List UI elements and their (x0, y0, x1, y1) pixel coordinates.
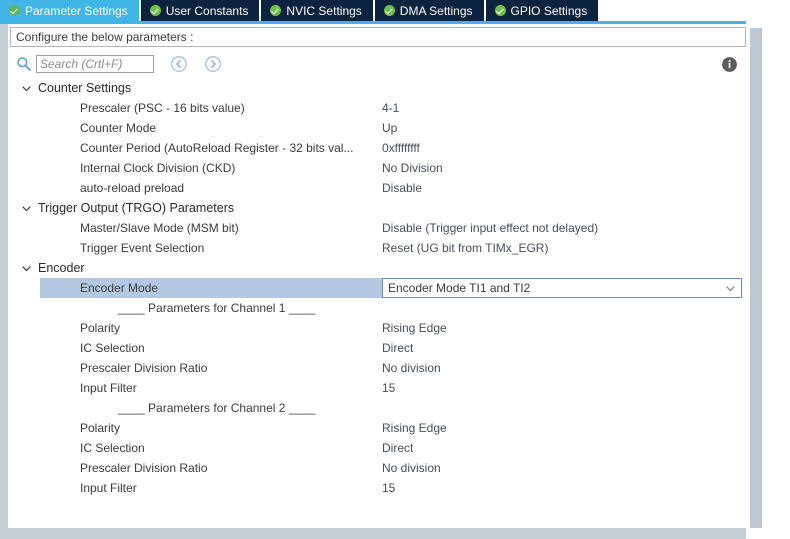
parameter-row[interactable]: Prescaler Division Ratio No division (10, 458, 744, 478)
parameter-row[interactable]: Counter Period (AutoReload Register - 32… (10, 138, 744, 158)
parameter-label: Polarity (80, 421, 121, 435)
parameter-value: Direct (382, 441, 414, 455)
encoder-mode-dropdown[interactable]: Encoder Mode TI1 and TI2 (382, 278, 742, 298)
search-toolbar (10, 52, 746, 76)
parameter-value: Rising Edge (382, 421, 447, 435)
parameter-tree: Counter Settings Prescaler (PSC - 16 bits… (10, 78, 744, 526)
info-icon[interactable] (721, 56, 738, 73)
parameter-value: 0xffffffff (382, 141, 420, 155)
parameter-label: Counter Period (AutoReload Register - 32… (80, 141, 354, 155)
chevron-down-icon[interactable] (20, 202, 33, 215)
parameter-label: Input Filter (80, 481, 137, 495)
parameter-label: Input Filter (80, 381, 137, 395)
tab-bar-filler (600, 0, 790, 21)
parameter-row[interactable]: Trigger Event Selection Reset (UG bit fro… (10, 238, 744, 258)
search-icon (16, 56, 32, 72)
panel-bottom-rail (8, 528, 746, 539)
parameter-row[interactable]: auto-reload preload Disable (10, 178, 744, 198)
parameter-label: Counter Mode (80, 121, 157, 135)
parameter-value: Reset (UG bit from TIMx_EGR) (382, 241, 549, 255)
forward-circle-icon[interactable] (204, 55, 222, 73)
parameter-row[interactable]: IC Selection Direct (10, 438, 744, 458)
encoder-mode-value: Encoder Mode TI1 and TI2 (388, 281, 531, 295)
parameter-label: Trigger Event Selection (80, 241, 205, 255)
parameter-row[interactable]: Master/Slave Mode (MSM bit) Disable (Trig… (10, 218, 744, 238)
channel-separator-label: ____ Parameters for Channel 2 ____ (118, 401, 316, 415)
parameter-row[interactable]: IC Selection Direct (10, 338, 744, 358)
window-right-edge (764, 0, 790, 539)
parameter-row[interactable]: Polarity Rising Edge (10, 418, 744, 438)
parameter-label: IC Selection (80, 441, 145, 455)
configure-header: Configure the below parameters : (10, 27, 746, 47)
search-input[interactable] (36, 55, 154, 73)
group-label: Encoder (38, 261, 85, 275)
group-header-trigger-output-trgo-parameters[interactable]: Trigger Output (TRGO) Parameters (10, 198, 744, 218)
check-circle-icon (270, 5, 282, 16)
tab-label: DMA Settings (399, 3, 473, 18)
parameter-value: 4-1 (382, 101, 400, 115)
group-header-encoder[interactable]: Encoder (10, 258, 744, 278)
parameter-row[interactable]: Polarity Rising Edge (10, 318, 744, 338)
tab-dma-settings[interactable]: DMA Settings (374, 0, 486, 21)
parameter-label: Master/Slave Mode (MSM bit) (80, 221, 239, 235)
parameter-label: Polarity (80, 321, 121, 335)
parameter-label: Prescaler Division Ratio (80, 461, 208, 475)
configure-header-label: Configure the below parameters : (16, 30, 194, 44)
parameter-row[interactable]: Input Filter 15 (10, 378, 744, 398)
group-label: Trigger Output (TRGO) Parameters (38, 201, 235, 215)
tab-bar: Parameter Settings User Constants NVIC Set… (0, 0, 790, 22)
parameter-row[interactable]: Prescaler (PSC - 16 bits value) 4-1 (10, 98, 744, 118)
parameter-row-encoder-mode[interactable]: Encoder Mode Encoder Mode TI1 and TI2 (10, 278, 744, 298)
tab-label: Parameter Settings (25, 3, 128, 18)
parameter-value: Up (382, 121, 398, 135)
tab-user-constants[interactable]: User Constants (140, 0, 262, 21)
parameter-value: No division (382, 361, 441, 375)
parameter-label: Prescaler (PSC - 16 bits value) (80, 101, 245, 115)
check-circle-icon (9, 5, 20, 16)
parameter-label: Prescaler Division Ratio (80, 361, 208, 375)
tab-label: User Constants (165, 3, 249, 18)
vertical-scrollbar-thumb[interactable] (750, 28, 762, 528)
panel-left-rail (0, 24, 8, 539)
parameter-label: Encoder Mode (40, 278, 382, 298)
check-circle-icon (149, 5, 161, 16)
chevron-down-icon[interactable] (20, 82, 33, 95)
parameter-value: Disable (382, 181, 423, 195)
parameter-value: 15 (382, 481, 396, 495)
parameter-label: auto-reload preload (80, 181, 185, 195)
parameter-row[interactable]: Counter Mode Up (10, 118, 744, 138)
parameter-value: 15 (382, 381, 396, 395)
parameter-label: IC Selection (80, 341, 145, 355)
parameter-row[interactable]: Prescaler Division Ratio No division (10, 358, 744, 378)
chevron-down-icon[interactable] (724, 282, 737, 295)
parameter-row[interactable]: Input Filter 15 (10, 478, 744, 498)
parameter-label: Internal Clock Division (CKD) (80, 161, 236, 175)
chevron-down-icon[interactable] (20, 262, 33, 275)
parameter-value: No Division (382, 161, 443, 175)
parameter-value: Rising Edge (382, 321, 447, 335)
channel-separator: ____ Parameters for Channel 1 ____ (10, 298, 744, 318)
parameter-value: Disable (Trigger input effect not delaye… (382, 221, 599, 235)
parameter-value: No division (382, 461, 441, 475)
check-circle-icon (494, 5, 506, 16)
channel-separator-label: ____ Parameters for Channel 1 ____ (118, 301, 316, 315)
tab-label: NVIC Settings (286, 3, 362, 18)
parameter-row[interactable]: Internal Clock Division (CKD) No Division (10, 158, 744, 178)
channel-separator: ____ Parameters for Channel 2 ____ (10, 398, 744, 418)
group-header-counter-settings[interactable]: Counter Settings (10, 78, 744, 98)
tab-gpio-settings[interactable]: GPIO Settings (485, 0, 601, 21)
parameter-value: Direct (382, 341, 414, 355)
check-circle-icon (383, 5, 395, 16)
tab-parameter-settings[interactable]: Parameter Settings (0, 0, 141, 21)
group-label: Counter Settings (38, 81, 132, 95)
tab-label: GPIO Settings (510, 3, 588, 18)
back-circle-icon[interactable] (170, 55, 188, 73)
tab-nvic-settings[interactable]: NVIC Settings (261, 0, 375, 21)
